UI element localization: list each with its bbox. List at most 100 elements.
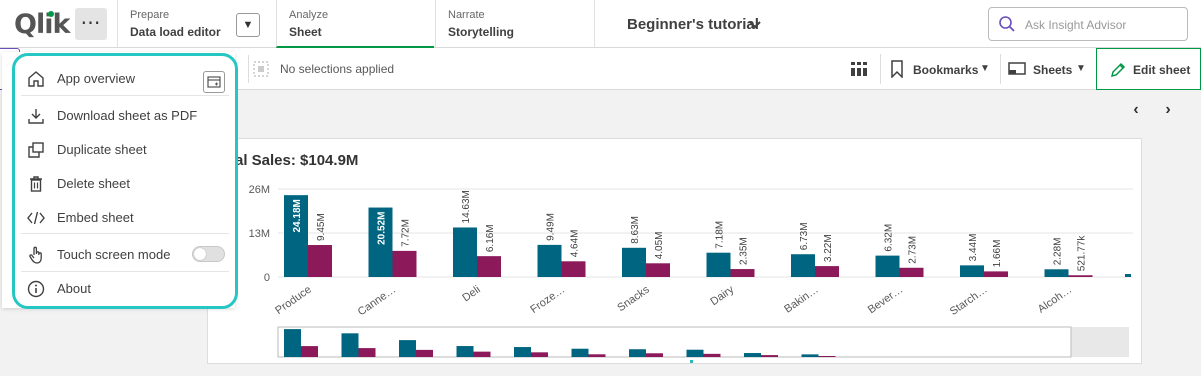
data-label: 7.72M: [401, 219, 412, 247]
data-label: 7.18M: [715, 221, 726, 249]
bookmarks-label: Bookmarks: [913, 63, 979, 77]
minimap-viewport: [277, 326, 1072, 358]
menu-item-app-overview[interactable]: App overview: [15, 63, 235, 93]
minimap-bar: [703, 353, 721, 357]
chevron-down-icon: [749, 21, 761, 29]
toggle-knob: [194, 248, 206, 260]
nav-analyze-section[interactable]: Analyze Sheet: [276, 0, 434, 48]
x-tick-label: Alcoh…: [1036, 284, 1074, 316]
menu-item-delete-sheet[interactable]: Delete sheet: [15, 168, 235, 198]
minimap-bar: [588, 354, 606, 357]
minimap-bar: [761, 355, 778, 357]
menu-item-duplicate-sheet[interactable]: Duplicate sheet: [15, 134, 235, 164]
more-options-menu: App overview Download sheet as PDF Dupli…: [12, 53, 238, 309]
bar-series-2: [308, 245, 332, 277]
menu-item-embed-sheet[interactable]: Embed sheet: [15, 202, 235, 232]
nav-prepare-section[interactable]: Prepare Data load editor ▼: [117, 0, 275, 47]
bar-chart[interactable]: 26M 13M 0 24.18M 9.45M Produce 20.52M 7.72M Cann…: [208, 139, 1143, 365]
bar-series-2: [730, 269, 755, 277]
bar-series-1: [537, 244, 562, 277]
data-label: 2.35M: [739, 237, 750, 265]
data-label: 8.63M: [630, 216, 641, 244]
menu-item-label: Touch screen mode: [57, 247, 171, 262]
bar-series-2: [1068, 275, 1093, 277]
data-label: 9.49M: [546, 213, 557, 241]
bar-series-1: [960, 265, 984, 277]
prepare-dropdown-chevron-icon[interactable]: ▼: [236, 13, 260, 37]
minimap-bar: [301, 346, 318, 357]
open-in-new-tab-icon[interactable]: [203, 71, 225, 93]
nav-narrate-section[interactable]: Narrate Storytelling: [435, 0, 593, 47]
bar-series-2: [815, 266, 839, 277]
pencil-icon: [1110, 62, 1126, 78]
minimap-bar: [514, 347, 531, 357]
menu-item-download-pdf[interactable]: Download sheet as PDF: [15, 100, 235, 130]
menu-item-touch-screen-mode[interactable]: Touch screen mode: [15, 239, 235, 269]
narrate-label: Narrate: [448, 9, 485, 21]
minimap-unselected-area: [1071, 327, 1129, 357]
minimap-bar: [571, 348, 589, 357]
x-tick-label: Froze…: [528, 284, 567, 316]
minimap-bar: [531, 352, 548, 357]
bar-series-1: [875, 255, 900, 277]
bar-series-1: [622, 247, 646, 277]
minimap-bar: [473, 351, 491, 357]
next-sheet-icon[interactable]: ›: [1158, 100, 1178, 120]
top-navigation-bar: Qlik ⋯ Prepare Data load editor ▼ Analyz…: [0, 0, 1201, 48]
grid-view-icon[interactable]: [850, 60, 868, 78]
data-label: 24.18M: [292, 199, 303, 232]
bar-series-2: [477, 256, 501, 277]
data-label: 521.77k: [1077, 235, 1088, 272]
bar-series-1: [1044, 269, 1069, 277]
menu-item-label: About: [57, 281, 91, 296]
bookmark-icon: [891, 60, 903, 78]
data-label: 9.45M: [316, 213, 327, 241]
data-label: 20.52M: [377, 212, 388, 245]
more-options-button[interactable]: ⋯: [75, 8, 107, 40]
previous-sheet-icon[interactable]: ‹: [1126, 100, 1146, 120]
minimap-bar: [801, 354, 819, 357]
app-title: Beginner's tutorial: [627, 16, 759, 33]
data-label: 3.22M: [823, 234, 834, 262]
data-label: 3.44M: [968, 234, 979, 262]
selection-tool-icon[interactable]: [252, 60, 270, 78]
bar-chart-card[interactable]: tal Sales: $104.9M 26M 13M 0 24.18M 9.45M Pro…: [207, 138, 1142, 364]
bar-series-2: [392, 250, 417, 277]
menu-item-about[interactable]: About: [15, 273, 235, 303]
data-label: 1.66M: [992, 240, 1003, 268]
home-icon: [28, 71, 44, 87]
app-title-button[interactable]: Beginner's tutorial: [594, 0, 934, 47]
embed-icon: [27, 211, 45, 225]
qlik-logo[interactable]: Qlik: [14, 9, 70, 40]
x-tick-label: Produce: [273, 284, 313, 317]
x-tick-label: Deli: [460, 284, 482, 305]
bar-series-1: [453, 227, 477, 277]
x-tick-label: Dairy: [708, 283, 736, 308]
minimap-bar: [284, 329, 301, 357]
data-label: 6.16M: [485, 224, 496, 252]
minimap-bar: [341, 333, 359, 357]
edit-sheet-button[interactable]: Edit sheet: [1096, 48, 1201, 90]
no-selections-text: No selections applied: [280, 62, 395, 76]
bar-series-2: [561, 261, 586, 277]
resize-handle[interactable]: [690, 360, 693, 363]
insight-advisor-placeholder: Ask Insight Advisor: [1025, 18, 1127, 32]
divider: [248, 55, 249, 83]
x-tick-label: Snacks: [615, 283, 652, 314]
trash-icon: [30, 176, 42, 192]
touch-screen-mode-toggle[interactable]: [192, 246, 225, 262]
minimap-bar: [416, 349, 433, 357]
x-tick-label: Canne…: [356, 284, 398, 319]
y-tick-label: 13M: [249, 228, 270, 240]
divider: [880, 54, 881, 84]
insight-advisor-search[interactable]: Ask Insight Advisor: [988, 7, 1188, 41]
menu-divider: [21, 233, 229, 234]
download-icon: [28, 109, 44, 124]
logo-dot: [48, 11, 54, 17]
minimap-bar: [358, 348, 376, 357]
bar-series-2: [984, 271, 1008, 277]
bar-series-1-edge: [1125, 274, 1131, 277]
touch-icon: [29, 246, 42, 264]
y-tick-label: 0: [264, 272, 270, 284]
menu-item-label: Embed sheet: [57, 210, 134, 225]
